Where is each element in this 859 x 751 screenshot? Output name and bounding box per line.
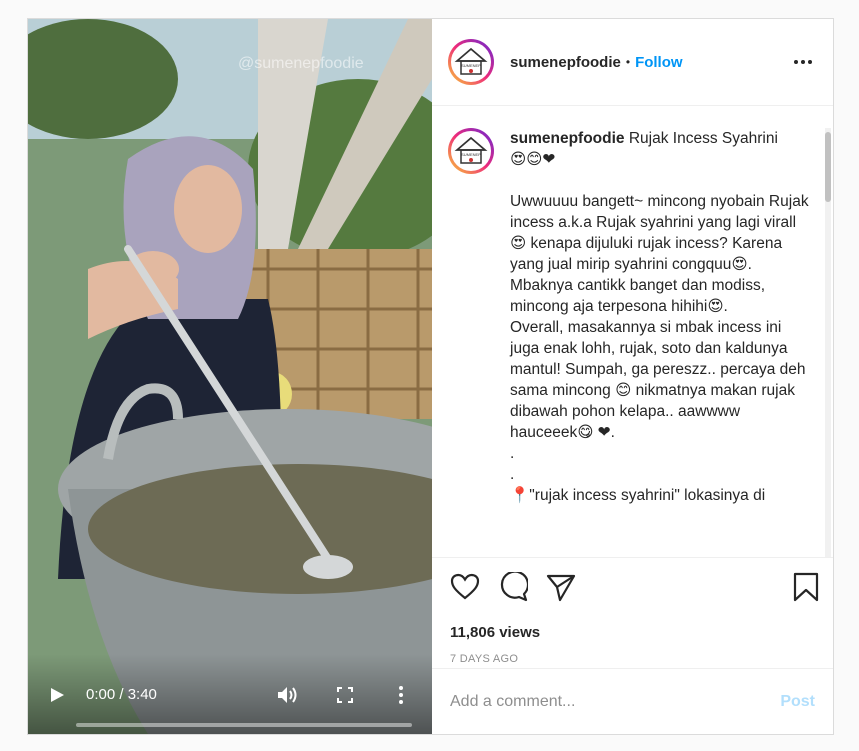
view-count[interactable]: 11,806 views [450, 624, 540, 641]
video-progress-bar[interactable] [76, 723, 412, 727]
post-age[interactable]: 7 DAYS AGO [450, 653, 518, 665]
caption-username[interactable]: sumenepfoodie [510, 130, 625, 147]
comment-input[interactable] [450, 692, 781, 711]
video-player[interactable]: @sumenepfoodie 0:00 / 3:40 [28, 19, 432, 734]
like-heart-icon[interactable] [450, 572, 480, 602]
caption-text: sumenepfoodie Rujak Incess Syahrini 😍😊❤ … [510, 128, 810, 506]
video-more-icon[interactable] [397, 685, 405, 705]
volume-icon[interactable] [276, 685, 298, 705]
bookmark-icon[interactable] [791, 572, 821, 602]
caption-title-emojis: 😍😊❤ [510, 150, 556, 168]
house-logo-icon: SUMENEP [454, 136, 488, 164]
header-separator: • [625, 55, 631, 69]
caption-avatar[interactable]: SUMENEP [448, 128, 494, 174]
caption-body: Uwwuuuu bangett~ mincong nyobain Rujak i… [510, 193, 809, 504]
fullscreen-icon[interactable] [337, 687, 353, 703]
video-time: 0:00 / 3:40 [86, 686, 157, 703]
comments-scrollbar[interactable] [825, 128, 831, 557]
scrollbar-thumb[interactable] [825, 132, 831, 202]
comment-icon[interactable] [498, 572, 528, 602]
video-watermark: @sumenepfoodie [238, 55, 364, 72]
add-comment-bar: Post [432, 668, 833, 734]
follow-button[interactable]: Follow [635, 54, 683, 71]
header-username[interactable]: sumenepfoodie [510, 54, 621, 71]
video-frame[interactable] [28, 19, 432, 734]
play-icon[interactable] [48, 686, 66, 704]
video-controls: 0:00 / 3:40 [28, 654, 432, 734]
post-comment-button[interactable]: Post [780, 693, 815, 711]
house-logo-icon: SUMENEP [454, 47, 488, 75]
post-sidebar: SUMENEP sumenepfoodie • Follow SUMENEP s… [432, 19, 833, 734]
caption: SUMENEP sumenepfoodie Rujak Incess Syahr… [448, 128, 833, 506]
share-icon[interactable] [546, 572, 576, 602]
post-header: SUMENEP sumenepfoodie • Follow [432, 19, 833, 106]
caption-avatar-logo-text: SUMENEP [461, 152, 481, 157]
avatar-image: SUMENEP [451, 42, 491, 82]
action-icons [448, 558, 819, 614]
caption-title: Rujak Incess Syahrini [628, 130, 778, 147]
comments-section[interactable]: SUMENEP sumenepfoodie Rujak Incess Syahr… [432, 106, 833, 557]
avatar[interactable]: SUMENEP [448, 39, 494, 85]
post-actions: 11,806 views 7 DAYS AGO [432, 557, 833, 668]
avatar-logo-text: SUMENEP [461, 63, 481, 68]
caption-avatar-image: SUMENEP [451, 131, 491, 171]
more-options-icon[interactable] [793, 59, 813, 65]
instagram-post: @sumenepfoodie 0:00 / 3:40 SUMENEP sumen… [27, 18, 834, 735]
